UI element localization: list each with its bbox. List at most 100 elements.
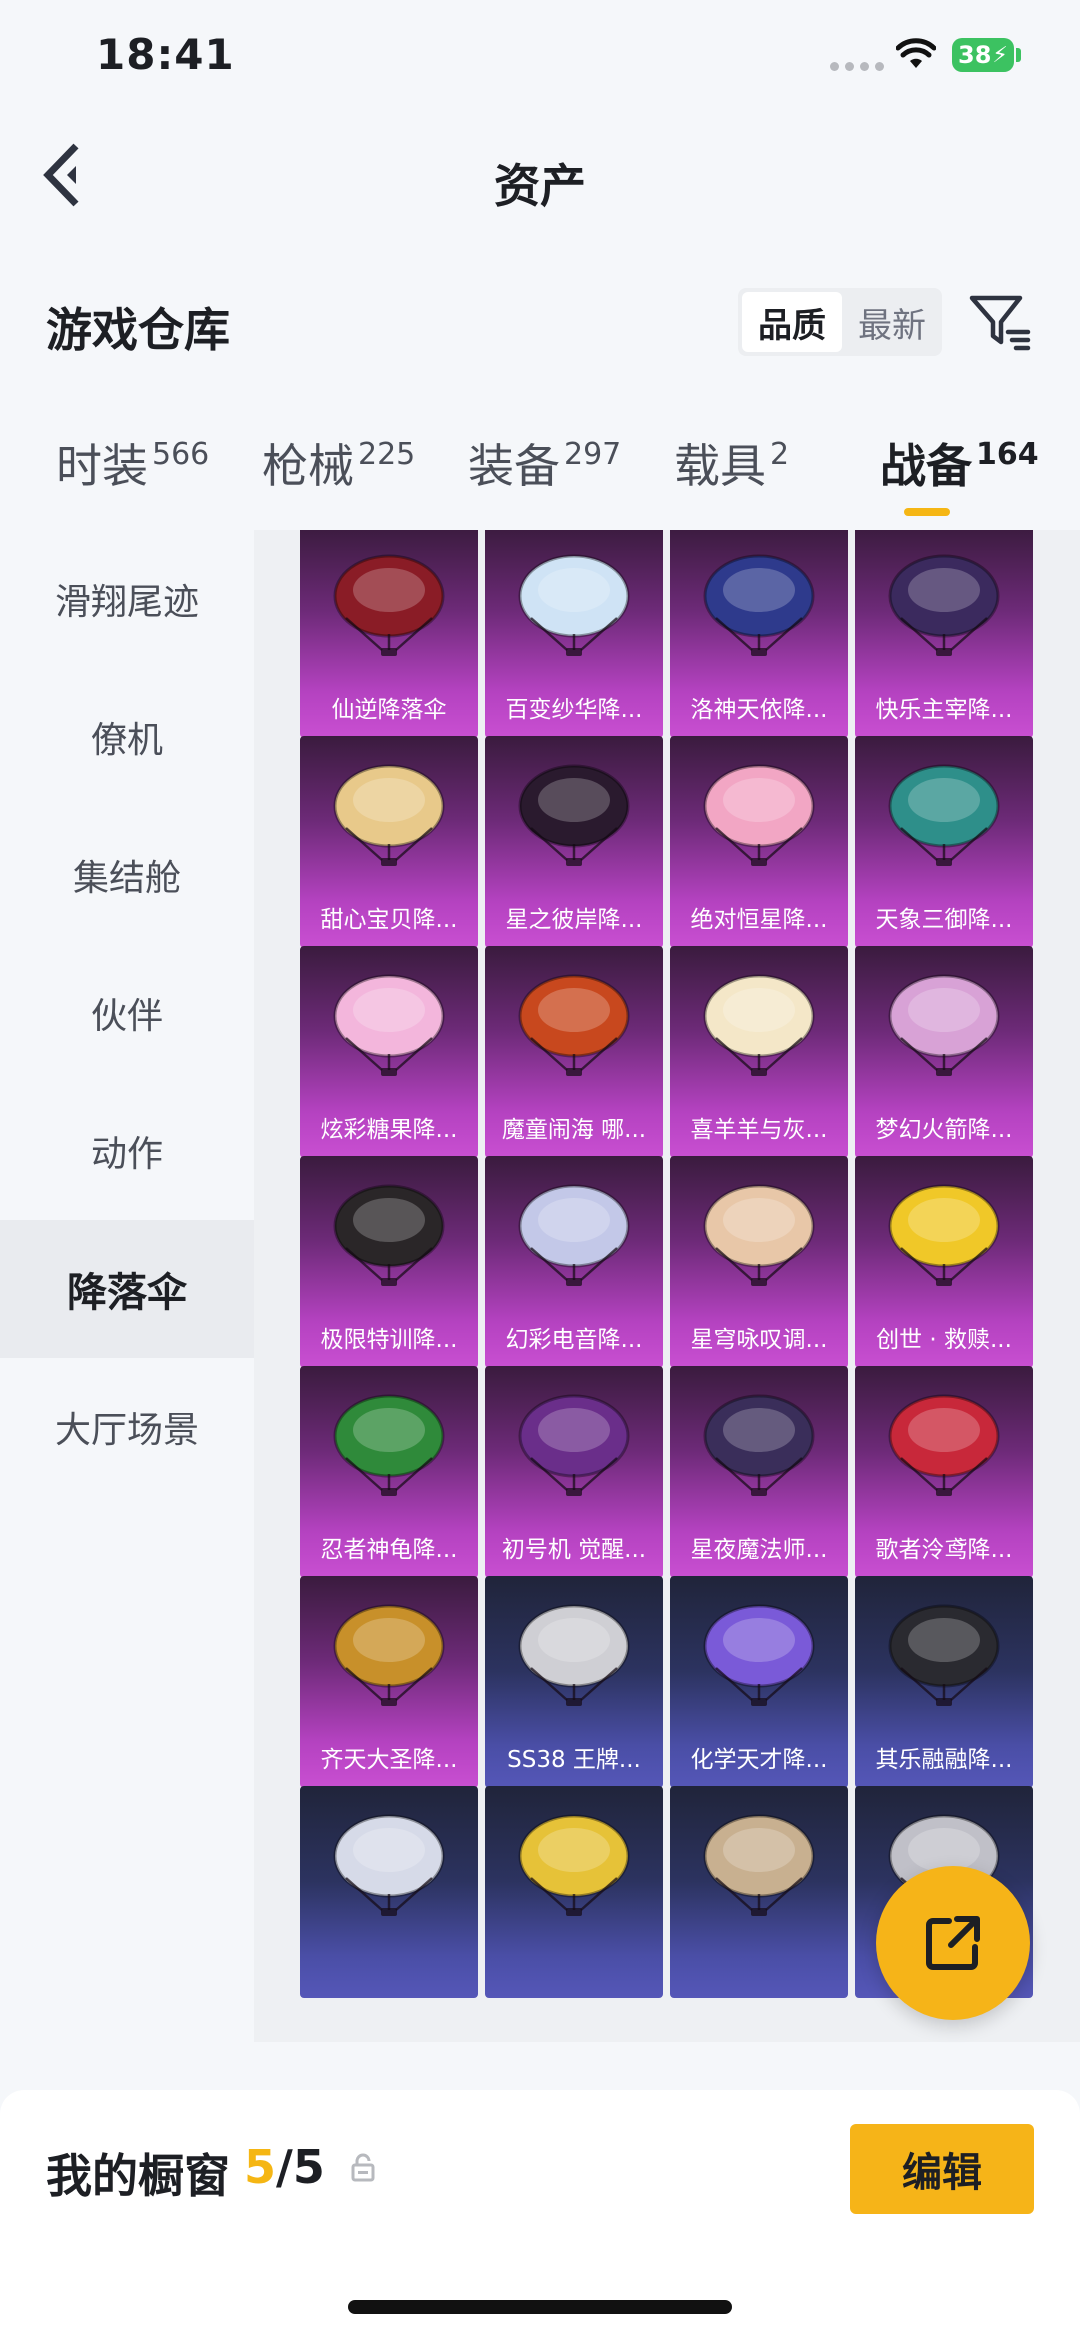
tab-battle-prep[interactable]: 战备 164 [880,430,1039,496]
parachute-name: 炫彩糖果降... [320,1117,458,1143]
parachute-card[interactable]: 幻彩电音降... [485,1156,663,1368]
parachute-card[interactable]: 喜羊羊与灰... [670,946,848,1158]
parachute-card[interactable]: 初号机 觉醒... [485,1366,663,1578]
parachute-card[interactable]: 百变纱华降... [485,530,663,738]
filter-icon[interactable] [968,290,1032,354]
parachute-name [300,1950,478,1990]
parachute-card[interactable]: 其乐融融降... [855,1576,1033,1788]
sidebar-item-parachute[interactable]: 降落伞 [0,1220,254,1358]
parachute-card[interactable]: 忍者神龟降... [300,1366,478,1578]
parachute-card[interactable]: 极限特训降... [300,1156,478,1368]
battery-level: 38 [958,41,992,69]
tab-label: 载具 [674,439,766,493]
parachute-card[interactable] [670,1786,848,1998]
parachute-icon [333,764,445,866]
showcase-total: 5 [292,2140,325,2194]
parachute-card[interactable] [300,1786,478,1998]
edit-button[interactable]: 编辑 [850,2124,1034,2214]
parachute-name: 星夜魔法师... [690,1537,828,1563]
sort-quality-button[interactable]: 品质 [742,292,842,352]
parachute-card[interactable]: 星夜魔法师... [670,1366,848,1578]
parachute-name: 幻彩电音降... [505,1327,643,1353]
parachute-name: 甜心宝贝降... [320,907,458,933]
tab-label: 枪械 [262,439,354,493]
parachute-name: SS38 王牌... [507,1747,641,1773]
parachute-name: 快乐主宰降... [875,697,1013,723]
parachute-grid: 仙逆降落伞 百变纱华降... 洛神天依降... 快乐主宰降... 甜心宝贝降... 星之彼… [254,530,1080,2042]
parachute-card[interactable]: 魔童闹海 哪... [485,946,663,1158]
parachute-card[interactable]: 仙逆降落伞 [300,530,478,738]
parachute-icon [888,554,1000,656]
sidebar-item-emote[interactable]: 动作 [0,1082,254,1220]
category-sidebar: 滑翔尾迹 僚机 集结舱 伙伴 动作 降落伞 大厅场景 [0,530,254,2040]
tab-fashion[interactable]: 时装 566 [56,430,209,496]
share-icon [926,1916,980,1970]
parachute-card[interactable]: 梦幻火箭降... [855,946,1033,1158]
home-indicator [348,2300,732,2314]
parachute-icon [703,554,815,656]
sidebar-item-wingman[interactable]: 僚机 [0,668,254,806]
parachute-card[interactable]: 星之彼岸降... [485,736,663,948]
tab-label: 时装 [56,439,148,493]
tab-count: 164 [976,437,1039,472]
parachute-card[interactable]: 化学天才降... [670,1576,848,1788]
sidebar-item-rally-pod[interactable]: 集结舱 [0,806,254,944]
tab-equipment[interactable]: 装备 297 [468,430,621,496]
battery-tip [1016,48,1021,62]
wifi-icon [896,38,936,68]
share-button[interactable] [876,1866,1030,2020]
sort-toggle: 品质 最新 [738,288,942,356]
parachute-name: 绝对恒星降... [690,907,828,933]
parachute-card[interactable]: 绝对恒星降... [670,736,848,948]
sidebar-item-companion[interactable]: 伙伴 [0,944,254,1082]
parachute-icon [703,1184,815,1286]
status-time: 18:41 [96,30,235,79]
parachute-card[interactable]: 甜心宝贝降... [300,736,478,948]
parachute-name: 歌者泠鸢降... [875,1537,1013,1563]
parachute-icon [703,974,815,1076]
parachute-name: 齐天大圣降... [320,1747,458,1773]
parachute-icon [888,974,1000,1076]
parachute-card[interactable]: SS38 王牌... [485,1576,663,1788]
parachute-card[interactable]: 齐天大圣降... [300,1576,478,1788]
parachute-name: 仙逆降落伞 [331,697,447,723]
parachute-name: 其乐融融降... [875,1747,1013,1773]
parachute-icon [703,1604,815,1706]
sort-latest-button[interactable]: 最新 [842,292,942,352]
sidebar-item-glide-trail[interactable]: 滑翔尾迹 [0,530,254,668]
sidebar-item-lobby-scene[interactable]: 大厅场景 [0,1358,254,1496]
parachute-icon [333,1814,445,1916]
tab-vehicles[interactable]: 载具 2 [674,430,789,496]
parachute-icon [518,974,630,1076]
parachute-icon [333,974,445,1076]
parachute-icon [703,764,815,866]
parachute-name: 创世 · 救赎... [876,1327,1012,1353]
tab-count: 2 [770,437,790,472]
parachute-icon [703,1814,815,1916]
parachute-icon [333,1604,445,1706]
parachute-name: 天象三御降... [875,907,1013,933]
showcase-count: 5/5 [244,2140,325,2194]
parachute-card[interactable]: 快乐主宰降... [855,530,1033,738]
parachute-icon [888,1394,1000,1496]
parachute-card[interactable]: 星穹咏叹调... [670,1156,848,1368]
parachute-name: 极限特训降... [320,1327,458,1353]
parachute-card[interactable] [485,1786,663,1998]
parachute-icon [518,1814,630,1916]
parachute-icon [333,1394,445,1496]
parachute-name [485,1950,663,1990]
charging-bolt-icon: ⚡ [992,42,1008,68]
cellular-signal-icon [830,62,886,72]
parachute-icon [333,1184,445,1286]
parachute-card[interactable]: 炫彩糖果降... [300,946,478,1158]
parachute-card[interactable]: 天象三御降... [855,736,1033,948]
parachute-card[interactable]: 洛神天依降... [670,530,848,738]
parachute-name: 化学天才降... [690,1747,828,1773]
parachute-card[interactable]: 创世 · 救赎... [855,1156,1033,1368]
parachute-name: 忍者神龟降... [320,1537,458,1563]
showcase-current: 5 [244,2140,277,2194]
parachute-icon [888,1184,1000,1286]
parachute-name: 喜羊羊与灰... [690,1117,828,1143]
tab-weapons[interactable]: 枪械 225 [262,430,415,496]
parachute-card[interactable]: 歌者泠鸢降... [855,1366,1033,1578]
